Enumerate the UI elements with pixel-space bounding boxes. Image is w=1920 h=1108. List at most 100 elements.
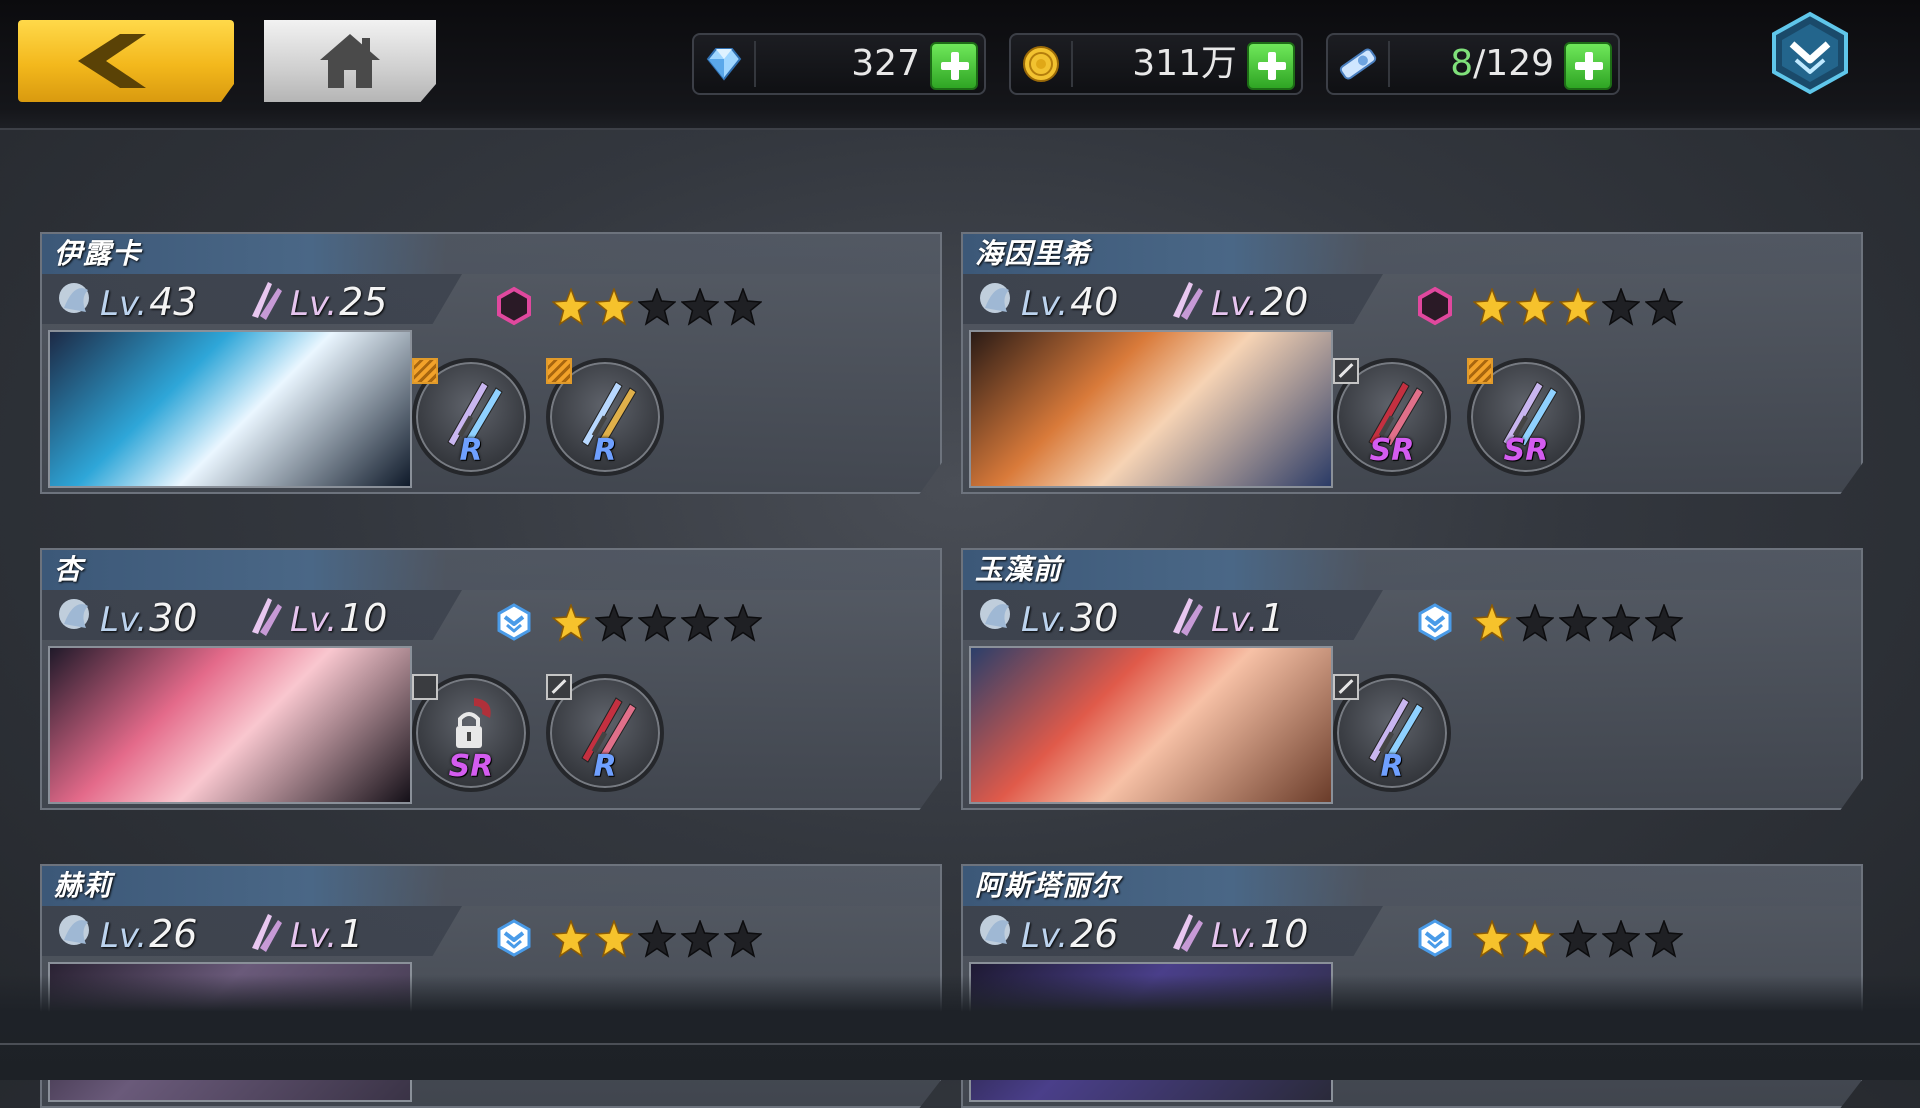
star-empty-icon	[638, 604, 676, 642]
weapon-slot[interactable]: R	[546, 358, 664, 476]
character-level: Lv.26	[980, 912, 1119, 956]
star-empty-icon	[1602, 920, 1640, 958]
weapon-slot[interactable]: SR	[1333, 358, 1451, 476]
character-portrait	[969, 646, 1333, 804]
star-filled-icon	[1473, 920, 1511, 958]
gold-value: 311万	[1132, 43, 1237, 84]
level-prefix: Lv.	[1211, 600, 1259, 640]
star-empty-icon	[1559, 604, 1597, 642]
star-empty-icon	[724, 920, 762, 958]
weapon-level: Lv.25	[252, 280, 387, 324]
star-filled-icon	[1516, 920, 1554, 958]
weapon-level: Lv.1	[252, 912, 363, 956]
weapon-rarity: R	[459, 433, 483, 468]
rank-chevron-icon	[1418, 603, 1452, 641]
card-title-bar: 赫莉	[42, 866, 940, 906]
gold-coin-icon	[1023, 46, 1059, 82]
level-prefix: Lv.	[290, 284, 338, 324]
diamond-counter: 327	[692, 33, 986, 95]
level-prefix: Lv.	[1211, 916, 1259, 956]
separator	[1388, 41, 1390, 87]
weapon-level-value: 20	[1260, 280, 1309, 324]
ticket-value: 8/129	[1450, 41, 1554, 87]
character-level-text: Lv.43	[62, 280, 197, 324]
character-level-value: 30	[1070, 596, 1119, 640]
weapon-slot[interactable]: SR	[412, 674, 530, 792]
character-level: Lv.30	[59, 596, 197, 640]
star-rating	[552, 920, 767, 958]
star-filled-icon	[1473, 288, 1511, 326]
star-empty-icon	[681, 920, 719, 958]
character-card[interactable]: 海因里希 Lv.40 Lv.20 SR SR	[961, 232, 1863, 494]
separator	[1071, 41, 1073, 87]
weapon-level-text: Lv.20	[1173, 280, 1308, 324]
character-level-value: 26	[1070, 912, 1119, 956]
weapon-level: Lv.10	[1173, 912, 1308, 956]
gold-counter: 311万	[1009, 33, 1303, 95]
star-filled-icon	[595, 920, 633, 958]
star-filled-icon	[1473, 604, 1511, 642]
character-level: Lv.40	[980, 280, 1118, 324]
weapon-slot[interactable]: R	[1333, 674, 1451, 792]
star-empty-icon	[1559, 920, 1597, 958]
weapon-slot[interactable]: SR	[1467, 358, 1585, 476]
star-rating	[552, 288, 767, 326]
card-title-bar: 阿斯塔丽尔	[963, 866, 1861, 906]
rank-chevron-icon	[497, 919, 531, 957]
character-name: 玉藻前	[975, 553, 1063, 586]
rank-chevron-icon	[497, 603, 531, 641]
weapon-slot[interactable]: R	[546, 674, 664, 792]
star-empty-icon	[1602, 604, 1640, 642]
character-card[interactable]: 玉藻前 Lv.30 Lv.1 R	[961, 548, 1863, 810]
level-prefix: Lv.	[100, 600, 148, 640]
level-prefix: Lv.	[1021, 284, 1069, 324]
ticket-icon	[1339, 48, 1377, 80]
card-title-bar: 杏	[42, 550, 940, 590]
weapon-slot[interactable]: R	[412, 358, 530, 476]
character-level-text: Lv.30	[983, 596, 1118, 640]
star-empty-icon	[681, 288, 719, 326]
ticket-max: /129	[1473, 43, 1554, 84]
bottom-fade	[0, 975, 1920, 1080]
character-card[interactable]: 杏 Lv.30 Lv.10 SR R	[40, 548, 942, 810]
dropdown-chevron-icon[interactable]	[1768, 10, 1852, 96]
weapon-level-value: 25	[339, 280, 388, 324]
home-button[interactable]	[264, 20, 436, 102]
star-empty-icon	[1602, 288, 1640, 326]
star-empty-icon	[1516, 604, 1554, 642]
back-button[interactable]	[18, 20, 234, 102]
character-name: 杏	[54, 553, 84, 586]
rank-hexagon-icon	[497, 286, 531, 326]
level-prefix: Lv.	[290, 600, 338, 640]
add-gold-button[interactable]	[1247, 42, 1295, 90]
chevron-left-icon	[78, 34, 146, 88]
weapon-level-text: Lv.10	[1173, 912, 1308, 956]
level-prefix: Lv.	[1021, 600, 1069, 640]
rank-hexagon-icon	[1418, 286, 1452, 326]
character-level-text: Lv.40	[983, 280, 1118, 324]
weapon-level-text: Lv.1	[252, 912, 363, 956]
add-ticket-button[interactable]	[1564, 42, 1612, 90]
character-level-value: 40	[1070, 280, 1119, 324]
diamond-icon	[706, 48, 742, 81]
add-diamond-button[interactable]	[930, 42, 978, 90]
level-prefix: Lv.	[1211, 284, 1259, 324]
star-filled-icon	[595, 288, 633, 326]
weapon-level-value: 10	[339, 596, 388, 640]
card-title-bar: 玉藻前	[963, 550, 1861, 590]
star-rating	[1473, 288, 1688, 326]
weapon-level-value: 1	[1260, 596, 1285, 640]
star-empty-icon	[724, 288, 762, 326]
character-level: Lv.26	[59, 912, 197, 956]
card-title-bar: 海因里希	[963, 234, 1861, 274]
weapon-level-text: Lv.1	[1173, 596, 1284, 640]
weapon-rarity: SR	[448, 749, 494, 784]
weapon-rarity: R	[593, 433, 617, 468]
star-rating	[1473, 920, 1688, 958]
star-empty-icon	[724, 604, 762, 642]
star-empty-icon	[638, 920, 676, 958]
weapon-level: Lv.10	[252, 596, 387, 640]
star-empty-icon	[681, 604, 719, 642]
character-card[interactable]: 伊露卡 Lv.43 Lv.25 R R	[40, 232, 942, 494]
character-level: Lv.43	[59, 280, 197, 324]
